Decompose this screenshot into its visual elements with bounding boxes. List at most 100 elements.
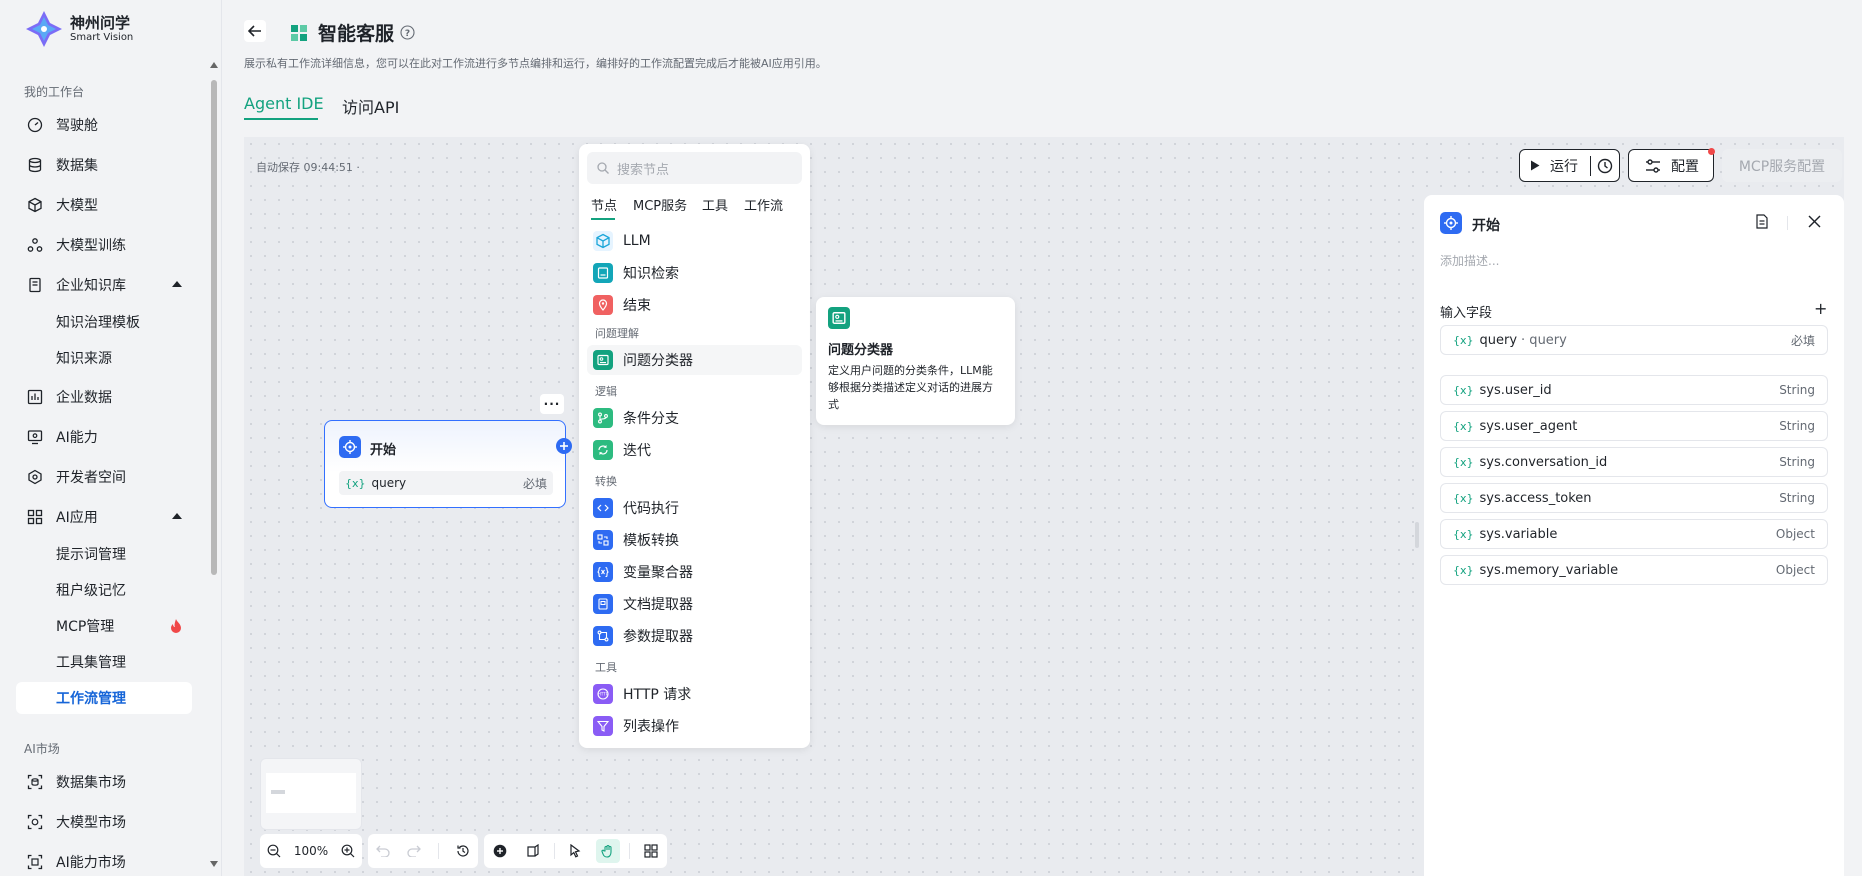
tab-tools[interactable]: 工具 [702,195,728,214]
tab-mcp-services[interactable]: MCP服务 [633,195,687,214]
organize-tool[interactable] [639,839,663,863]
autosave-status: 自动保存 09:44:51 · [256,161,360,174]
sidebar-item-model-market[interactable]: 大模型市场 [16,806,192,838]
variable-icon: {x} [1453,419,1474,433]
tab-access-api[interactable]: 访问API [342,94,399,118]
add-node-tool[interactable] [488,839,512,863]
save-icon[interactable] [1755,214,1769,229]
sys-field-row[interactable]: {x} sys.variable Object [1440,519,1828,549]
zoom-in-icon[interactable] [341,844,355,858]
tab-nodes[interactable]: 节点 [591,195,617,214]
redo-icon[interactable] [407,845,422,857]
sidebar-item-knowledge-template[interactable]: 知识治理模板 [16,306,192,338]
history-icon[interactable] [456,844,470,858]
pointer-tool[interactable] [563,839,587,863]
node-item-label: 知识检索 [623,266,679,282]
page-description: 展示私有工作流详细信息，您可以在此对工作流进行多节点编排和运行，编排好的工作流配… [244,57,827,70]
minimap[interactable] [260,758,362,830]
section-label-market: AI市场 [24,742,60,756]
apps-grid-icon [26,508,44,526]
node-item-iteration[interactable]: 迭代 [587,435,802,465]
hand-tool[interactable] [596,839,621,863]
node-item-label: 条件分支 [623,411,679,427]
sidebar-item-workflow-management[interactable]: 工作流管理 [16,682,192,714]
start-node[interactable]: 开始 {x} query 必填 [324,420,566,508]
description-input[interactable]: 添加描述... [1440,252,1499,269]
sidebar-item-dataset-market[interactable]: 数据集市场 [16,766,192,798]
brand-logo[interactable]: 神州问学 Smart Vision [24,9,133,49]
add-note-tool[interactable] [521,839,545,863]
sidebar-item-developer-space[interactable]: 开发者空间 [16,461,192,493]
sidebar-item-knowledge-source[interactable]: 知识来源 [16,342,192,374]
classifier-icon [828,307,850,329]
sidebar-item-enterprise-data[interactable]: 企业数据 [16,381,192,413]
start-node-field: {x} query 必填 [339,471,553,495]
node-item-code-execution[interactable]: 代码执行 [587,493,802,523]
sidebar-item-model-training[interactable]: 大模型训练 [16,229,192,261]
sys-field-row[interactable]: {x} sys.user_agent String [1440,411,1828,441]
zoom-out-icon[interactable] [267,844,281,858]
zoom-level[interactable]: 100% [294,844,328,858]
sidebar: 神州问学 Smart Vision 我的工作台 驾驶舱 数据集 大模型 大模型训… [0,0,222,876]
sidebar-item-dataset[interactable]: 数据集 [16,149,192,181]
tab-active-indicator [591,218,615,220]
mcp-config-button[interactable]: MCP服务配置 [1722,149,1842,182]
location-pin-icon [593,295,613,315]
panel-resize-handle[interactable] [1415,522,1419,548]
field-type: String [1779,491,1815,505]
start-node-icon [1440,212,1462,234]
node-item-condition-branch[interactable]: 条件分支 [587,403,802,433]
field-alias: · query [1521,332,1567,348]
sidebar-item-tenant-memory[interactable]: 租户级记忆 [16,574,192,606]
sidebar-item-toolset-management[interactable]: 工具集管理 [16,646,192,678]
close-icon[interactable] [1808,215,1821,228]
scroll-up-icon[interactable] [210,62,218,68]
tab-workflows[interactable]: 工作流 [744,195,783,214]
undo-icon[interactable] [376,845,391,857]
sidebar-item-mcp-management[interactable]: MCP管理 [16,610,192,642]
node-item-list-operation[interactable]: 列表操作 [587,711,802,741]
field-required: 必填 [1790,333,1815,348]
node-search-input[interactable]: 搜索节点 [587,152,802,184]
help-icon[interactable]: ? [400,25,415,40]
node-item-llm[interactable]: LLM [587,226,802,256]
node-item-variable-aggregator[interactable]: 变量聚合器 [587,557,802,587]
node-item-parameter-extractor[interactable]: 参数提取器 [587,621,802,651]
sys-field-row[interactable]: {x} sys.memory_variable Object [1440,555,1828,585]
sidebar-item-label: AI应用 [56,510,98,526]
back-button[interactable] [244,20,266,42]
panel-title[interactable]: 开始 [1472,215,1500,235]
note-icon [527,844,539,857]
history-clock-icon[interactable] [1597,158,1613,174]
classifier-icon [593,350,613,370]
scroll-down-icon[interactable] [210,861,218,867]
sidebar-item-cockpit[interactable]: 驾驶舱 [16,109,192,141]
node-item-http-request[interactable]: HTTP HTTP 请求 [587,679,802,709]
tab-agent-ide[interactable]: Agent IDE [244,94,324,113]
sys-field-row[interactable]: {x} sys.conversation_id String [1440,447,1828,477]
node-item-end[interactable]: 结束 [587,290,802,320]
node-item-template-transform[interactable]: 模板转换 [587,525,802,555]
knowledge-icon [593,263,613,283]
sidebar-item-model[interactable]: 大模型 [16,189,192,221]
config-button[interactable]: 配置 [1628,148,1715,182]
node-item-document-extractor[interactable]: 文档提取器 [587,589,802,619]
node-more-button[interactable]: ··· [540,394,564,414]
run-button[interactable]: 运行 [1519,149,1620,182]
sidebar-item-label: 大模型 [56,198,98,214]
add-field-button[interactable]: + [1814,299,1827,318]
search-placeholder: 搜索节点 [617,162,670,178]
sidebar-item-knowledge-base[interactable]: 企业知识库 [16,269,192,301]
sys-field-row[interactable]: {x} sys.access_token String [1440,483,1828,513]
add-node-button[interactable] [556,438,572,454]
sidebar-scrollbar[interactable] [211,80,217,575]
sidebar-item-prompt-management[interactable]: 提示词管理 [16,538,192,570]
node-item-question-classifier[interactable]: 问题分类器 [587,345,802,375]
node-item-knowledge-retrieval[interactable]: 知识检索 [587,258,802,288]
sys-field-row[interactable]: {x} sys.user_id String [1440,375,1828,405]
sidebar-item-ai-capability-market[interactable]: AI能力市场 [16,846,192,876]
input-field-row[interactable]: {x} query · query 必填 [1440,325,1828,355]
sidebar-item-ai-apps[interactable]: AI应用 [16,501,192,533]
sliders-icon [1646,158,1660,173]
sidebar-item-ai-capability[interactable]: AI能力 [16,421,192,453]
